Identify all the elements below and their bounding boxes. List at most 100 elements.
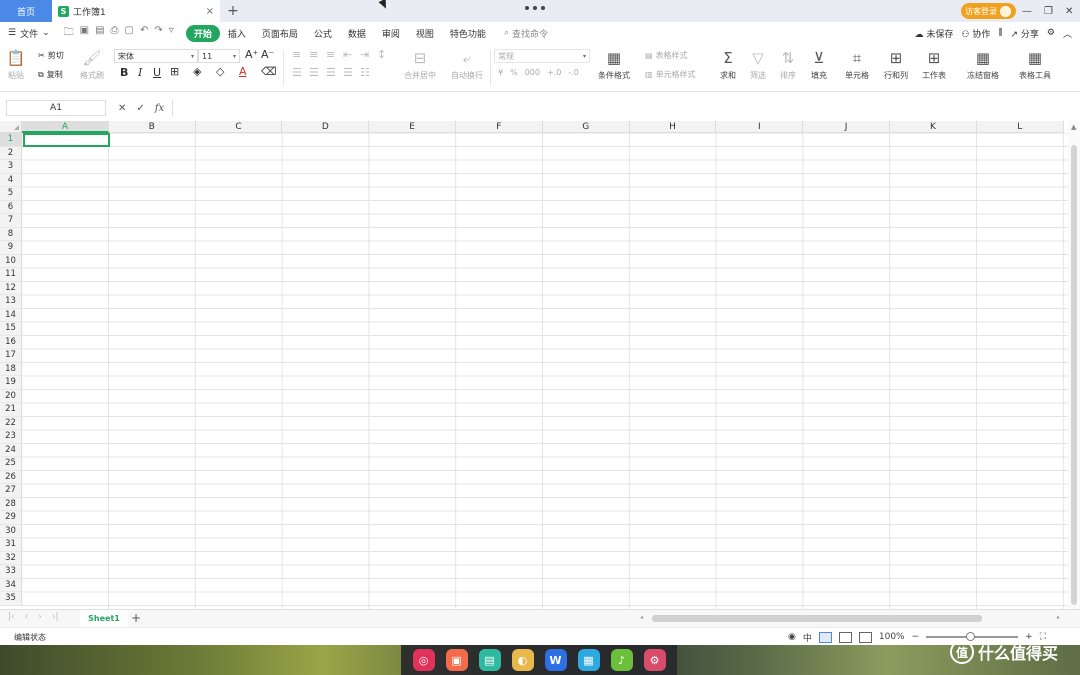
formula-input[interactable] [172,100,1078,116]
undo-icon[interactable]: ↶ [140,25,148,42]
scroll-right-icon[interactable]: ▸ [1057,614,1060,621]
column-header[interactable]: K [890,121,977,133]
row-header[interactable]: 26 [0,470,22,484]
align-center-icon[interactable]: ☰ [309,66,319,79]
font-size-select[interactable]: 11 ▾ [198,49,240,63]
fill-button[interactable]: ⊻ 填充 [809,48,829,81]
first-sheet-icon[interactable]: |‹ [8,612,15,622]
align-left-icon[interactable]: ☰ [292,66,302,79]
tab-special-features[interactable]: 特色功能 [442,27,494,40]
column-header[interactable]: A [22,121,109,133]
row-header[interactable]: 7 [0,214,22,228]
row-column-button[interactable]: ⊞ 行和列 [884,48,908,81]
number-format-select[interactable]: 常规 ▾ [494,49,590,63]
row-header[interactable]: 18 [0,362,22,376]
border-icon[interactable]: ⊞ [170,65,179,78]
file-manager-app-icon[interactable]: ▤ [478,649,501,671]
restore-icon[interactable]: ❐ [1044,6,1053,17]
row-header[interactable]: 32 [0,551,22,565]
launcher-app-icon[interactable]: ◎ [412,649,435,671]
tab-review[interactable]: 审阅 [374,27,408,40]
column-header[interactable]: H [629,121,717,133]
save-icon[interactable]: ▣ [80,25,89,42]
row-header[interactable]: 19 [0,376,22,390]
wrap-text-button[interactable]: ⤶ 自动换行 [451,48,483,81]
row-header[interactable]: 10 [0,254,22,268]
tab-page-layout[interactable]: 页面布局 [254,27,306,40]
row-header[interactable]: 8 [0,227,22,241]
align-bottom-icon[interactable]: ≡ [326,48,335,61]
customize-icon[interactable]: ▿ [169,25,174,42]
thousands-icon[interactable]: 000 [525,68,540,77]
row-header[interactable]: 29 [0,511,22,525]
active-cell[interactable] [23,133,110,147]
normal-view-button[interactable] [818,631,832,643]
cell-button[interactable]: ⌗ 单元格 [845,48,869,81]
open-folder-icon[interactable]: 🗀 [64,25,74,42]
column-header[interactable]: D [282,121,370,133]
text-direction-icon[interactable]: ⫼ [998,28,1002,38]
bold-button[interactable]: B [120,66,128,79]
paste-button[interactable]: 📋 粘贴 [6,48,26,81]
cut-button[interactable]: ✂ 剪切 [38,50,64,61]
sort-button[interactable]: ⇅ 排序 [778,48,798,81]
page-break-view-button[interactable] [858,631,872,643]
row-header[interactable]: 3 [0,160,22,174]
row-header[interactable]: 33 [0,565,22,579]
prev-sheet-icon[interactable]: ‹ [25,612,29,622]
format-painter-button[interactable]: 🖌 格式刷 [80,48,104,81]
filter-button[interactable]: ▽ 筛选 [748,48,768,81]
decrease-decimal-icon[interactable]: -.0 [568,68,579,77]
row-header[interactable]: 9 [0,241,22,255]
document-tab[interactable]: S 工作簿1 × [52,0,220,22]
underline-button[interactable]: U [153,66,161,79]
home-tab[interactable]: 首页 [0,0,52,22]
print-icon[interactable]: ⎙ [111,25,119,42]
align-right-icon[interactable]: ☰ [326,66,336,79]
print-preview-icon[interactable]: ▢ [125,25,134,42]
next-sheet-icon[interactable]: › [38,612,42,622]
new-tab-button[interactable]: + [224,2,242,20]
unsaved-button[interactable]: ☁ 未保存 [914,27,953,40]
confirm-icon[interactable]: ✓ [136,103,144,114]
row-header[interactable]: 12 [0,281,22,295]
font-color-icon[interactable]: A [239,65,247,78]
row-header[interactable]: 17 [0,349,22,363]
settings-icon[interactable]: ⚙ [1047,28,1055,38]
row-header[interactable]: 34 [0,578,22,592]
wps-office-app-icon[interactable]: W [544,649,567,671]
tab-insert[interactable]: 插入 [220,27,254,40]
row-header[interactable]: 5 [0,187,22,201]
row-header[interactable]: 30 [0,524,22,538]
share-button[interactable]: ↗ 分享 [1010,27,1038,40]
collaborate-button[interactable]: ⚇ 协作 [961,27,990,40]
cell-style-button[interactable]: ▥ 单元格样式 [645,69,696,80]
scroll-thumb[interactable] [652,615,982,622]
add-sheet-button[interactable]: + [131,611,141,625]
insert-function-icon[interactable]: fx [155,103,164,114]
increase-font-icon[interactable]: A⁺ [245,48,258,61]
column-header[interactable]: F [456,121,543,133]
command-search[interactable]: ⌕ 查找命令 [504,27,548,40]
align-top-icon[interactable]: ≡ [292,48,301,61]
distributed-icon[interactable]: ☷ [360,66,370,79]
scroll-up-icon[interactable]: ▲ [1071,123,1076,131]
row-header[interactable]: 20 [0,389,22,403]
increase-decimal-icon[interactable]: +.0 [547,68,561,77]
redo-icon[interactable]: ↷ [154,25,162,42]
row-header[interactable]: 28 [0,497,22,511]
row-header[interactable]: 6 [0,200,22,214]
fill-color-icon[interactable]: ◈ [193,65,201,78]
minimize-icon[interactable]: — [1022,6,1032,17]
row-header[interactable]: 25 [0,457,22,471]
worksheet-button[interactable]: ⊞ 工作表 [922,48,946,81]
tab-formulas[interactable]: 公式 [306,27,340,40]
scroll-left-icon[interactable]: ◂ [640,614,643,621]
row-header[interactable]: 14 [0,308,22,322]
input-method-icon[interactable]: 中 [803,631,812,644]
row-header[interactable]: 21 [0,403,22,417]
table-tools-button[interactable]: ▦ 表格工具 [1019,48,1051,81]
text-effect-icon[interactable]: ◇ [216,65,224,78]
row-header[interactable]: 35 [0,592,22,606]
multitask-app-icon[interactable]: ▣ [445,649,468,671]
